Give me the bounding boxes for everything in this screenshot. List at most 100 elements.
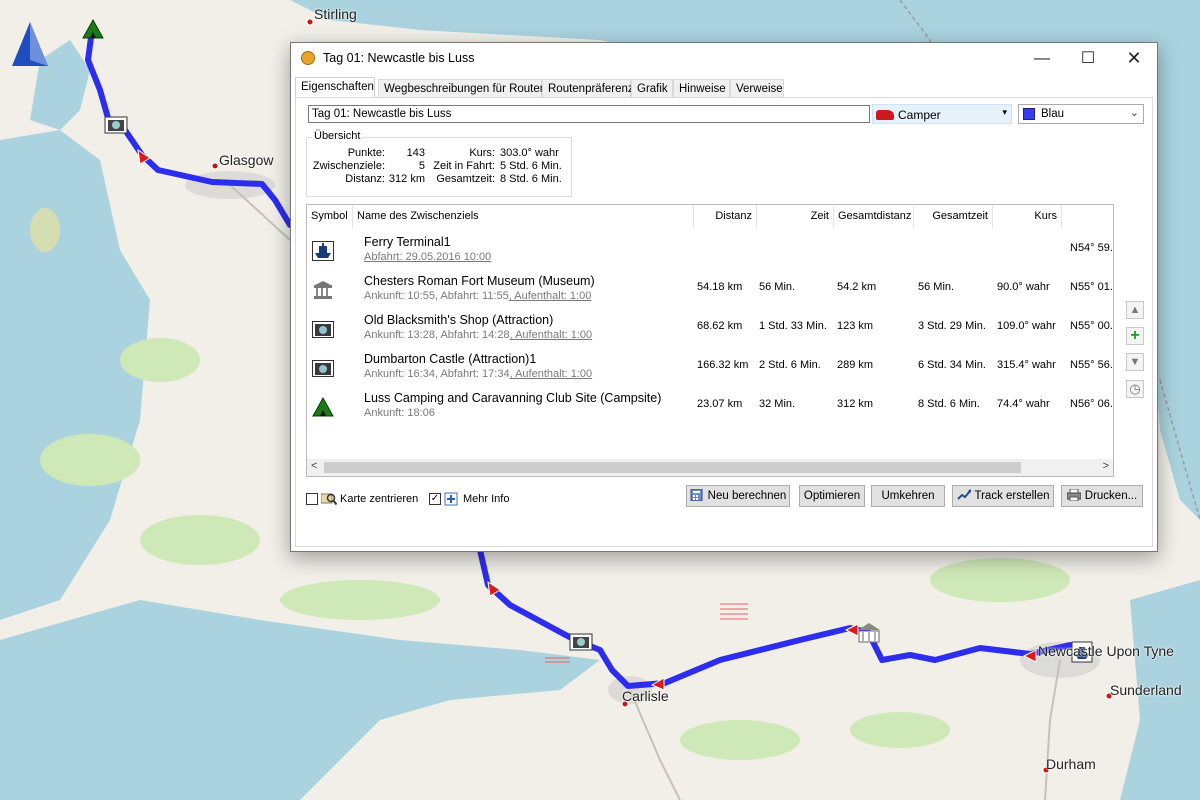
move-down-button[interactable]: ▼ <box>1126 353 1144 371</box>
camera-icon <box>312 321 334 338</box>
zwischenziele-value: 5 <box>418 160 425 172</box>
waypoint-name: Chesters Roman Fort Museum (Museum) <box>364 274 595 288</box>
optimize-button[interactable]: Optimieren <box>799 485 865 507</box>
waypoint-name: Old Blacksmith's Shop (Attraction) <box>364 313 554 327</box>
header-distanz[interactable]: Distanz <box>694 205 757 228</box>
map-label-carlisle: Carlisle <box>622 688 669 704</box>
scroll-right-icon[interactable]: > <box>1103 460 1109 472</box>
gesamtdistanz-cell: 54.2 km <box>837 281 877 293</box>
chevron-down-icon: ⌄ <box>1129 107 1139 119</box>
track-icon <box>956 489 971 500</box>
overview-group: Übersicht Punkte: 143 Zwischenziele: 5 D… <box>306 130 572 197</box>
camera-waypoint-icon[interactable] <box>104 116 128 134</box>
waypoint-table[interactable]: Symbol Name des Zwischenziels Distanz Ze… <box>306 204 1114 477</box>
reverse-button[interactable]: Umkehren <box>871 485 945 507</box>
scroll-left-icon[interactable]: < <box>311 460 317 472</box>
table-row[interactable]: Old Blacksmith's Shop (Attraction) Ankun… <box>307 310 1113 349</box>
ferry-icon <box>312 241 334 261</box>
print-label: Drucken... <box>1084 490 1138 502</box>
app-icon <box>301 51 315 65</box>
stay-link[interactable]: , Aufenthalt: 1:00 <box>509 290 592 302</box>
karte-zentrieren-label: Karte zentrieren <box>340 493 419 505</box>
map-label-durham: Durham <box>1046 756 1096 772</box>
move-up-button[interactable]: ▲ <box>1126 301 1144 319</box>
header-zeit[interactable]: Zeit <box>757 205 834 228</box>
waypoint-position: N55° 01. <box>1070 281 1113 293</box>
departure-link[interactable]: Abfahrt: 29.05.2016 10:00 <box>364 251 491 263</box>
close-button[interactable]: ✕ <box>1111 43 1157 74</box>
horizontal-scrollbar[interactable]: < > <box>307 459 1113 476</box>
mehr-info-checkbox[interactable]: ✓ Mehr Info <box>429 492 519 508</box>
distanz-value: 312 km <box>388 173 425 185</box>
print-button[interactable]: Drucken... <box>1061 485 1143 507</box>
recalculate-label: Neu berechnen <box>707 490 787 502</box>
tab-routenpraeferenz[interactable]: Routenpräferenz <box>542 79 634 97</box>
header-gesamtzeit[interactable]: Gesamtzeit <box>914 205 993 228</box>
recalculate-button[interactable]: Neu berechnen <box>686 485 790 507</box>
table-row[interactable]: Ferry Terminal1 Abfahrt: 29.05.2016 10:0… <box>307 232 1113 271</box>
properties-panel: Camper ▾ Blau ⌄ Übersicht Punkte: 143 Zw… <box>295 97 1153 547</box>
camera-waypoint-icon[interactable] <box>569 633 593 651</box>
zeit-fahrt-label: Zeit in Fahrt: <box>433 160 495 172</box>
chevron-down-icon: ▾ <box>1002 107 1007 117</box>
zeit-cell: 56 Min. <box>759 281 796 293</box>
add-waypoint-button[interactable]: + <box>1126 327 1144 345</box>
waypoint-details: Ankunft: 18:06 <box>364 407 435 419</box>
punkte-label: Punkte: <box>347 147 385 159</box>
campsite-icon <box>312 397 334 417</box>
route-name-input[interactable] <box>308 105 870 123</box>
zeit-cell: 2 Std. 6 Min. <box>759 359 821 371</box>
camera-icon <box>312 360 334 377</box>
tab-hinweise[interactable]: Hinweise <box>673 79 730 97</box>
kurs-value: 303.0° wahr <box>500 147 559 159</box>
tab-verweise[interactable]: Verweise <box>730 79 784 97</box>
create-track-button[interactable]: Track erstellen <box>952 485 1054 507</box>
gesamtzeit-cell: 6 Std. 34 Min. <box>918 359 986 371</box>
waypoint-details: Ankunft: 13:28, Abfahrt: 14:28, Aufentha… <box>364 329 593 341</box>
vehicle-label: Camper <box>898 108 941 122</box>
stay-link[interactable]: , Aufenthalt: 1:00 <box>510 368 593 380</box>
waypoint-name: Ferry Terminal1 <box>364 235 451 249</box>
map-label-stirling: Stirling <box>314 6 357 22</box>
header-gesamtdistanz[interactable]: Gesamtdistanz <box>834 205 914 228</box>
kurs-cell: 74.4° wahr <box>997 398 1050 410</box>
header-symbol[interactable]: Symbol <box>307 205 353 228</box>
maximize-button[interactable]: ☐ <box>1065 43 1111 74</box>
scrollbar-thumb[interactable] <box>324 462 1021 473</box>
museum-icon <box>313 281 333 299</box>
vehicle-select[interactable]: Camper ▾ <box>872 104 1012 124</box>
zeit-fahrt-value: 5 Std. 6 Min. <box>500 160 562 172</box>
map-label-glasgow: Glasgow <box>219 152 274 168</box>
tab-wegbeschreibungen[interactable]: Wegbeschreibungen für Routen <box>378 79 546 97</box>
zeit-cell: 1 Std. 33 Min. <box>759 320 827 332</box>
dialog-title: Tag 01: Newcastle bis Luss <box>323 51 475 65</box>
tab-grafik[interactable]: Grafik <box>631 79 673 97</box>
tab-eigenschaften[interactable]: Eigenschaften <box>295 77 375 98</box>
table-row[interactable]: Luss Camping and Caravanning Club Site (… <box>307 388 1113 427</box>
waypoint-details: Abfahrt: 29.05.2016 10:00 <box>364 251 491 263</box>
kurs-cell: 109.0° wahr <box>997 320 1056 332</box>
header-name[interactable]: Name des Zwischenziels <box>353 205 694 228</box>
gesamtdistanz-cell: 312 km <box>837 398 874 410</box>
distanz-cell: 54.18 km <box>697 281 743 293</box>
zeit-cell: 32 Min. <box>759 398 796 410</box>
table-row[interactable]: Chesters Roman Fort Museum (Museum) Anku… <box>307 271 1113 310</box>
kurs-label: Kurs: <box>469 147 495 159</box>
clock-button[interactable]: ◷ <box>1126 380 1144 398</box>
gesamtzeit-value: 8 Std. 6 Min. <box>500 173 562 185</box>
stay-link[interactable]: , Aufenthalt: 1:00 <box>510 329 593 341</box>
color-label: Blau <box>1041 108 1065 120</box>
minimize-button[interactable]: — <box>1019 43 1065 74</box>
punkte-value: 143 <box>406 147 425 159</box>
color-swatch <box>1023 108 1035 120</box>
color-select[interactable]: Blau ⌄ <box>1018 104 1144 124</box>
create-track-label: Track erstellen <box>974 490 1050 502</box>
checkbox-box[interactable]: ✓ <box>429 493 441 505</box>
checkbox-box[interactable] <box>306 493 318 505</box>
waypoint-position: N54° 59. <box>1070 242 1113 254</box>
mehr-info-label: Mehr Info <box>463 493 510 505</box>
karte-zentrieren-checkbox[interactable]: Karte zentrieren <box>306 492 426 508</box>
header-kurs[interactable]: Kurs <box>993 205 1062 228</box>
table-row[interactable]: Dumbarton Castle (Attraction)1 Ankunft: … <box>307 349 1113 388</box>
title-bar[interactable]: Tag 01: Newcastle bis Luss — ☐ ✕ <box>291 43 1157 74</box>
